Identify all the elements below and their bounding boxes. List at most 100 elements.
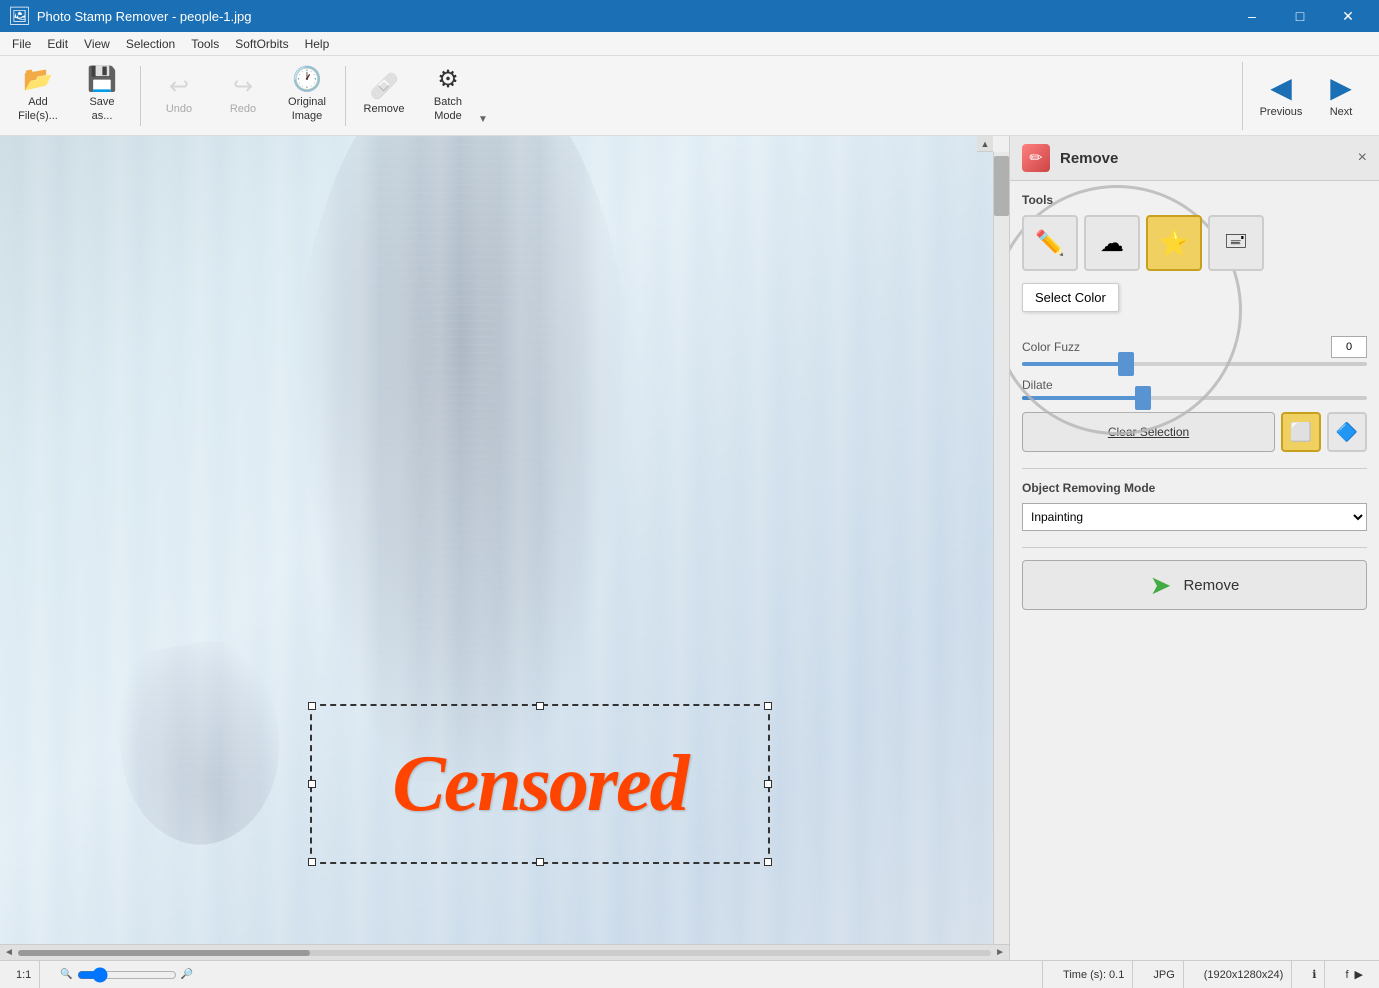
menu-edit[interactable]: Edit — [39, 35, 76, 53]
separator-1 — [140, 66, 141, 126]
redo-label: Redo — [230, 103, 256, 116]
color-fuzz-label: Color Fuzz — [1022, 340, 1080, 354]
scroll-left-arrow[interactable]: ◄ — [4, 947, 14, 958]
remove-label: Remove — [364, 103, 405, 116]
format-segment: JPG — [1145, 961, 1183, 988]
app-icon: 🖼 — [8, 6, 31, 27]
rect-select-icon: ⬜ — [1290, 422, 1312, 443]
canvas-image[interactable]: Censored — [0, 136, 993, 944]
tools-section-label: Tools — [1022, 193, 1367, 207]
zoom-max-icon: 🔎 — [181, 969, 193, 980]
maximize-button[interactable]: □ — [1277, 0, 1323, 32]
toolbox-title: Remove — [1060, 150, 1118, 167]
remove-action-label: Remove — [1183, 577, 1239, 594]
remove-button-toolbar[interactable]: 🩹 Remove — [354, 62, 414, 130]
save-as-label: Saveas... — [89, 96, 114, 122]
color-fuzz-track[interactable] — [1022, 362, 1367, 366]
previous-button[interactable]: ◀ Previous — [1251, 62, 1311, 130]
toolbox-body: Tools ✏️ ☁ ⭐ 🖃 — [1010, 181, 1379, 622]
status-bar: 1:1 🔍 🔎 Time (s): 0.1 JPG (1920x1280x24)… — [0, 960, 1379, 988]
canvas-container: ▲ Censored — [0, 136, 1009, 960]
scroll-thumb-h[interactable] — [18, 950, 310, 956]
previous-arrow-icon: ◀ — [1270, 74, 1292, 102]
color-fuzz-row: Color Fuzz 0 — [1022, 336, 1367, 366]
vertical-scrollbar[interactable] — [993, 152, 1009, 944]
menu-view[interactable]: View — [76, 35, 118, 53]
main-area: ▲ Censored — [0, 136, 1379, 960]
time-label: Time (s): 0.1 — [1063, 969, 1124, 981]
info-icon: ℹ — [1312, 968, 1316, 981]
dilate-fill — [1022, 396, 1143, 400]
toolbox-close-button[interactable]: × — [1358, 149, 1367, 167]
minimize-button[interactable]: – — [1229, 0, 1275, 32]
next-button[interactable]: ▶ Next — [1311, 62, 1371, 130]
dilate-track[interactable] — [1022, 396, 1367, 400]
menu-tools[interactable]: Tools — [183, 35, 227, 53]
color-fuzz-value: 0 — [1346, 341, 1352, 353]
original-image-button[interactable]: 🕐 OriginalImage — [277, 62, 337, 130]
sel-rect-icon-button[interactable]: ⬜ — [1281, 412, 1321, 452]
batch-dropdown-arrow[interactable]: ▼ — [478, 114, 488, 125]
eraser-icon: ✏ — [1029, 148, 1042, 168]
scroll-track-h — [18, 950, 991, 956]
remove-action-button[interactable]: ➤ Remove — [1022, 560, 1367, 610]
dilate-row: Dilate — [1022, 378, 1367, 400]
right-panel: ✏ Remove × Tools ✏️ ☁ — [1009, 136, 1379, 960]
toolbox-icon: ✏ — [1022, 144, 1050, 172]
add-files-icon: 📂 — [23, 68, 53, 92]
zoom-min-icon: 🔍 — [60, 969, 72, 980]
batch-mode-icon: ⚙ — [437, 68, 459, 92]
redo-icon: ↪ — [233, 75, 253, 99]
color-fuzz-value-box[interactable]: 0 — [1331, 336, 1367, 358]
pencil-tool-button[interactable]: ✏️ — [1022, 215, 1078, 271]
horizontal-scrollbar[interactable]: ◄ ► — [0, 944, 1009, 960]
brush-tool-button[interactable]: ☁ — [1084, 215, 1140, 271]
menu-softorbits[interactable]: SoftOrbits — [227, 35, 296, 53]
undo-button[interactable]: ↩ Undo — [149, 62, 209, 130]
menu-bar: File Edit View Selection Tools SoftOrbit… — [0, 32, 1379, 56]
toolbox-header: ✏ Remove × — [1010, 136, 1379, 181]
format-label: JPG — [1153, 969, 1174, 981]
menu-file[interactable]: File — [4, 35, 39, 53]
facebook-icon[interactable]: f — [1345, 969, 1348, 981]
previous-label: Previous — [1260, 106, 1303, 118]
menu-help[interactable]: Help — [297, 35, 338, 53]
close-button[interactable]: ✕ — [1325, 0, 1371, 32]
zoom-slider[interactable] — [77, 967, 177, 983]
separator-2 — [345, 66, 346, 126]
scroll-up-arrow[interactable]: ▲ — [977, 136, 993, 152]
sel-freehand-icon-button[interactable]: 🔷 — [1327, 412, 1367, 452]
add-files-button[interactable]: 📂 AddFile(s)... — [8, 62, 68, 130]
color-fuzz-thumb[interactable] — [1118, 352, 1134, 376]
inpainting-select[interactable]: Inpainting — [1022, 503, 1367, 531]
next-label: Next — [1330, 106, 1353, 118]
toolbar: 📂 AddFile(s)... 💾 Saveas... ↩ Undo ↪ Red… — [0, 56, 1379, 136]
select-color-label: Select Color — [1035, 290, 1106, 305]
add-files-label: AddFile(s)... — [18, 96, 58, 122]
canvas-inner: ▲ Censored — [0, 136, 1009, 944]
info-segment[interactable]: ℹ — [1304, 961, 1325, 988]
redo-button[interactable]: ↪ Redo — [213, 62, 273, 130]
prev-next-area: ◀ Previous ▶ Next — [1242, 62, 1371, 130]
magic-wand-tool-button[interactable]: ⭐ — [1146, 215, 1202, 271]
undo-icon: ↩ — [169, 75, 189, 99]
zoom-slider-segment[interactable]: 🔍 🔎 — [52, 961, 1043, 988]
youtube-icon[interactable]: ▶ — [1355, 968, 1363, 981]
save-as-button[interactable]: 💾 Saveas... — [72, 62, 132, 130]
menu-selection[interactable]: Selection — [118, 35, 183, 53]
zoom-label: 1:1 — [16, 969, 31, 981]
divider-2 — [1022, 547, 1367, 548]
select-color-tooltip: Select Color — [1022, 283, 1119, 312]
stamp-tool-button[interactable]: 🖃 — [1208, 215, 1264, 271]
batch-mode-label: BatchMode — [434, 96, 462, 122]
toolbox-title-area: ✏ Remove — [1022, 144, 1118, 172]
scroll-right-arrow[interactable]: ► — [995, 947, 1005, 958]
toolbox: ✏ Remove × Tools ✏️ ☁ — [1010, 136, 1379, 960]
batch-mode-button[interactable]: ⚙ BatchMode — [418, 62, 478, 130]
original-image-icon: 🕐 — [292, 68, 322, 92]
undo-label: Undo — [166, 103, 192, 116]
dilate-thumb[interactable] — [1135, 386, 1151, 410]
clear-selection-button[interactable]: Clear Selection — [1022, 412, 1275, 452]
social-segment: f ▶ — [1337, 961, 1371, 988]
dropdown-row: Inpainting — [1022, 503, 1367, 531]
